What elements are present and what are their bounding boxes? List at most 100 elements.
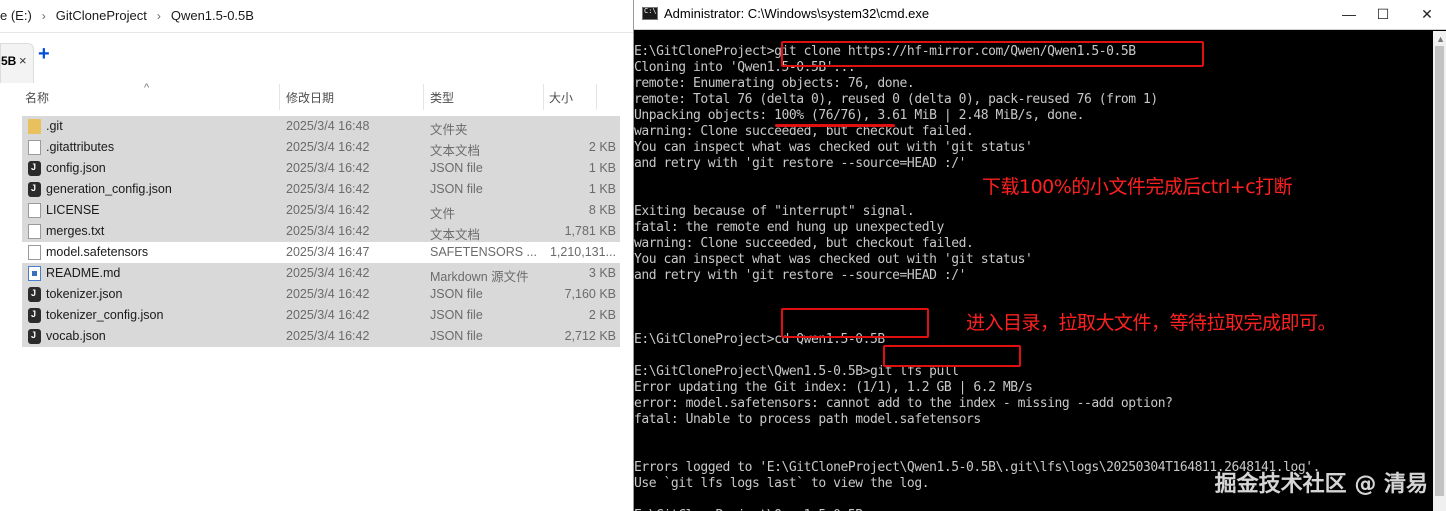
file-date: 2025/3/4 16:47 [286,245,370,259]
file-type: 文本文档 [430,228,481,242]
file-row[interactable]: tokenizer_config.json 2025/3/4 16:42 JSON … [22,305,620,326]
file-size: 2 KB [588,308,616,322]
file-name: .gitattributes [46,140,115,154]
close-button[interactable]: ✕ [1404,2,1446,28]
file-name: model.safetensors [46,245,149,259]
folder-icon [28,119,41,134]
file-row[interactable]: tokenizer.json 2025/3/4 16:42 JSON file 7,1… [22,284,620,305]
file-date: 2025/3/4 16:42 [286,224,370,238]
highlight-box-git-clone [781,41,1204,67]
console-line: You can inspect what was checked out wit… [634,252,1033,267]
column-header-type[interactable]: 类型 [430,89,454,106]
chevron-right-icon: › [41,9,46,23]
scrollbar-thumb[interactable] [1435,46,1444,496]
file-type: JSON file [430,308,483,322]
column-divider[interactable] [279,84,280,110]
file-row[interactable]: vocab.json 2025/3/4 16:42 JSON file 2,712 K… [22,326,620,347]
highlight-box-lfs-pull [883,345,1021,367]
file-date: 2025/3/4 16:42 [286,287,370,301]
column-divider[interactable] [423,84,424,110]
minimize-icon: — [1342,6,1356,22]
column-header-date[interactable]: 修改日期 [286,89,334,106]
cmd-window: Administrator: C:\Windows\system32\cmd.e… [633,0,1446,511]
column-divider[interactable] [543,84,544,110]
maximize-button[interactable]: ☐ [1360,2,1406,28]
file-explorer-window: e (E:) › GitCloneProject › Qwen1.5-0.5B 5B ×… [0,0,636,511]
file-name: vocab.json [46,329,106,343]
watermark: 掘金技术社区 @ 清易 [1214,472,1428,497]
file-type: JSON file [430,329,483,343]
console-line: Unpacking objects: 100% (76/76), 3.61 Mi… [634,108,1084,123]
file-name: tokenizer.json [46,287,123,301]
breadcrumb-drive[interactable]: e (E:) [0,8,32,23]
console-output[interactable]: E:\GitCloneProject>git clone https://hf-… [634,44,1434,511]
file-row[interactable]: LICENSE 2025/3/4 16:42 文件 8 KB [22,200,620,221]
file-row[interactable]: model.safetensors 2025/3/4 16:47 SAFETENSO… [22,242,620,263]
file-icon [28,245,41,260]
console-line: warning: Clone succeeded, but checkout f… [634,236,974,251]
json-file-icon [28,161,41,176]
file-size: 8 KB [588,203,616,217]
file-date: 2025/3/4 16:42 [286,140,370,154]
file-row[interactable]: .gitattributes 2025/3/4 16:42 文本文档 2 KB [22,137,620,158]
address-bar[interactable]: e (E:) › GitCloneProject › Qwen1.5-0.5B [0,0,636,33]
text-file-icon [28,140,41,155]
title-bar[interactable]: Administrator: C:\Windows\system32\cmd.e… [634,0,1446,30]
console-line: warning: Clone succeeded, but checkout f… [634,124,974,139]
close-icon[interactable]: × [19,53,27,68]
console-line: and retry with 'git restore --source=HEA… [634,156,966,171]
annotation-lfs-note: 进入目录，拉取大文件，等待拉取完成即可。 [966,312,1337,334]
file-type: JSON file [430,287,483,301]
new-tab-button[interactable]: + [38,43,50,66]
file-type: 文件夹 [430,123,468,137]
file-size: 7,160 KB [564,287,616,301]
file-type: 文件 [430,207,456,221]
cmd-app-icon [642,7,658,20]
file-date: 2025/3/4 16:42 [286,266,370,280]
tab-bar: 5B × + [0,33,636,83]
file-size: 1 KB [588,161,616,175]
column-header-size[interactable]: 大小 [549,89,573,106]
breadcrumb-current[interactable]: Qwen1.5-0.5B [171,8,254,23]
json-file-icon [28,329,41,344]
json-file-icon [28,287,41,302]
text-file-icon [28,224,41,239]
console-line: error: model.safetensors: cannot add to … [634,396,1173,411]
file-icon [28,203,41,218]
console-line: E:\GitCloneProject\Qwen1.5-0.5B>git lfs … [634,364,959,379]
file-row[interactable]: generation_config.json 2025/3/4 16:42 JSON… [22,179,620,200]
file-size: 3 KB [588,266,616,280]
json-file-icon [28,308,41,323]
file-size: 2,712 KB [564,329,616,343]
file-date: 2025/3/4 16:42 [286,308,370,322]
breadcrumb: e (E:) › GitCloneProject › Qwen1.5-0.5B [0,8,258,23]
file-date: 2025/3/4 16:42 [286,161,370,175]
file-size: 1,210,131... [549,245,616,259]
close-icon: ✕ [1421,6,1433,22]
file-size: 2 KB [588,140,616,154]
file-name: tokenizer_config.json [46,308,164,322]
file-row[interactable]: README.md 2025/3/4 16:42 Markdown 源文件 3 KB [22,263,620,284]
tab-current-folder[interactable]: 5B × [0,43,34,83]
console-line: Error updating the Git index: (1/1), 1.2… [634,380,1033,395]
column-header-row: ^ 名称 修改日期 类型 大小 [0,82,636,110]
sort-ascending-icon: ^ [144,82,150,94]
scroll-up-arrow-icon[interactable]: ▲ [1436,34,1445,44]
file-row[interactable]: merges.txt 2025/3/4 16:42 文本文档 1,781 KB [22,221,620,242]
file-name: merges.txt [46,224,105,238]
file-name: .git [46,119,63,133]
file-size: 1,781 KB [564,224,616,238]
highlight-box-cd [781,308,929,338]
file-row[interactable]: .git 2025/3/4 16:48 文件夹 [22,116,620,137]
window-title: Administrator: C:\Windows\system32\cmd.e… [664,6,930,21]
file-row[interactable]: config.json 2025/3/4 16:42 JSON file 1 KB [22,158,620,179]
column-header-name[interactable]: 名称 [25,89,49,106]
file-name: config.json [46,161,106,175]
console-line: You can inspect what was checked out wit… [634,140,1033,155]
column-divider[interactable] [596,84,597,110]
breadcrumb-folder[interactable]: GitCloneProject [56,8,147,23]
tab-label: 5B [1,54,17,68]
